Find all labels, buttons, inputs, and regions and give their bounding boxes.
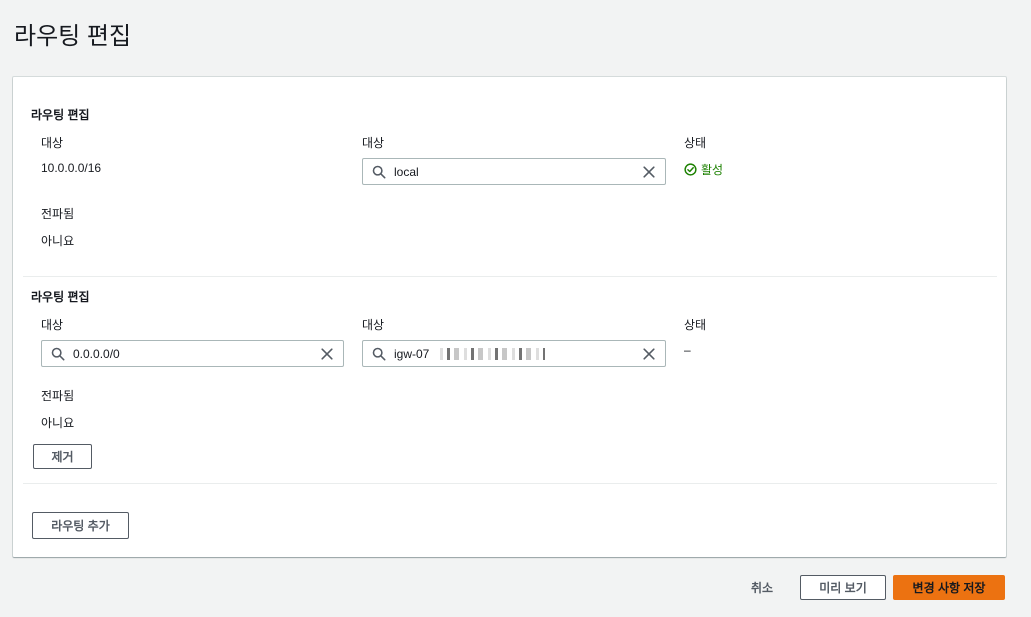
route-1-target-input[interactable]: local <box>362 158 666 185</box>
save-changes-button[interactable]: 변경 사항 저장 <box>893 575 1005 600</box>
route-2-destination-input[interactable]: 0.0.0.0/0 <box>41 340 344 367</box>
route-2-title: 라우팅 편집 <box>31 290 90 304</box>
route-2-status-value: – <box>684 343 691 357</box>
route-2-destination-value: 0.0.0.0/0 <box>73 347 120 361</box>
page-title: 라우팅 편집 <box>14 23 132 50</box>
route-1-title: 라우팅 편집 <box>31 108 90 122</box>
route-1-target-label: 대상 <box>362 136 385 150</box>
search-icon <box>51 347 65 361</box>
route-2-target-value: igw-07 <box>394 347 430 361</box>
route-1-status-label: 상태 <box>684 136 707 150</box>
route-2-target-input[interactable]: igw-07 <box>362 340 666 367</box>
redacted-id <box>435 348 545 360</box>
route-1-status-value: 활성 <box>701 163 724 177</box>
search-icon <box>372 165 386 179</box>
route-2-destination-label: 대상 <box>41 318 64 332</box>
route-1-destination-label: 대상 <box>41 136 64 150</box>
clear-icon[interactable] <box>320 347 334 361</box>
route-2-status-label: 상태 <box>684 318 707 332</box>
route-2-propagated-label: 전파됨 <box>41 389 75 403</box>
route-1-destination-value: 10.0.0.0/16 <box>41 161 102 175</box>
routes-panel: 라우팅 편집 대상 10.0.0.0/16 대상 local 상태 활성 전파됨… <box>13 77 1006 557</box>
route-divider <box>23 483 997 484</box>
clear-icon[interactable] <box>642 165 656 179</box>
route-2-target-label: 대상 <box>362 318 385 332</box>
cancel-button[interactable]: 취소 <box>751 579 773 596</box>
preview-button[interactable]: 미리 보기 <box>800 575 886 600</box>
route-1-propagated-value: 아니요 <box>41 234 75 248</box>
route-2-propagated-value: 아니요 <box>41 416 75 430</box>
add-route-button[interactable]: 라우팅 추가 <box>32 512 129 539</box>
route-1-propagated-label: 전파됨 <box>41 207 75 221</box>
route-1-target-value: local <box>394 165 419 179</box>
route-divider <box>23 276 997 277</box>
clear-icon[interactable] <box>642 347 656 361</box>
route-1-status: 활성 <box>684 161 723 178</box>
search-icon <box>372 347 386 361</box>
check-circle-icon <box>684 163 697 176</box>
remove-route-button[interactable]: 제거 <box>33 444 92 469</box>
